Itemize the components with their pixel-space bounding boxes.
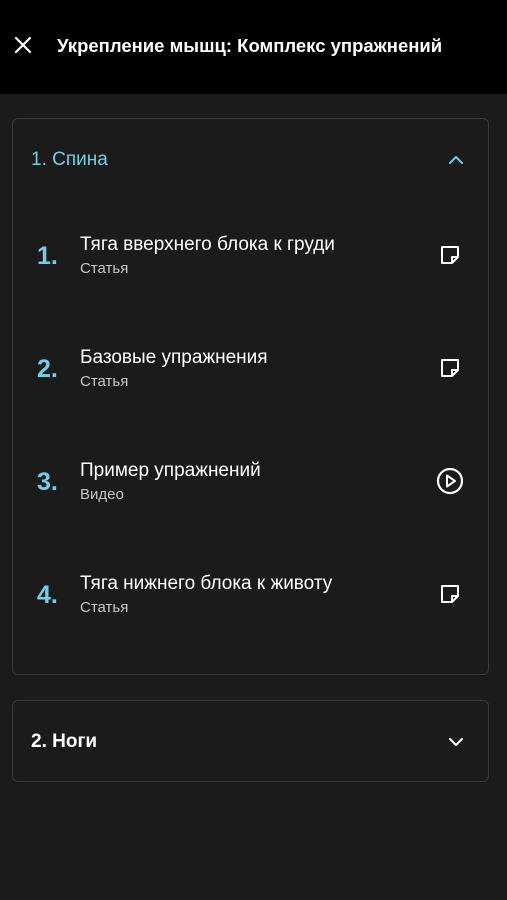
chevron-up-icon bbox=[446, 150, 466, 170]
section-title: 1. Спина bbox=[31, 149, 108, 170]
close-button[interactable] bbox=[6, 28, 40, 62]
top-bar: Укрепление мышц: Комплекс упражнений bbox=[0, 0, 507, 94]
close-icon bbox=[14, 36, 32, 54]
lesson-title: Тяга нижнего блока к животу bbox=[80, 573, 333, 594]
lesson-number: 3. bbox=[37, 468, 58, 496]
chevron-down-icon bbox=[446, 732, 466, 752]
play-icon bbox=[436, 467, 464, 495]
lesson-item[interactable]: 4. Тяга нижнего блока к животу Статья bbox=[13, 556, 488, 636]
section-back: 1. Спина 1. Тяга вверхнего блока к груди… bbox=[12, 118, 489, 675]
lesson-item[interactable]: 3. Пример упражнений Видео bbox=[13, 443, 488, 523]
section-header-back[interactable]: 1. Спина bbox=[13, 119, 488, 203]
page-title: Укрепление мышц: Комплекс упражнений bbox=[57, 35, 443, 56]
section-title: 2. Ноги bbox=[31, 731, 98, 752]
lesson-type: Статья bbox=[80, 260, 129, 277]
article-icon bbox=[436, 580, 464, 608]
section-header-legs[interactable]: 2. Ноги bbox=[13, 701, 488, 783]
article-icon bbox=[436, 241, 464, 269]
lesson-item[interactable]: 1. Тяга вверхнего блока к груди Статья bbox=[13, 217, 488, 297]
lesson-title: Базовые упражнения bbox=[80, 347, 268, 368]
lesson-title: Тяга вверхнего блока к груди bbox=[80, 234, 335, 255]
lesson-number: 1. bbox=[37, 242, 58, 270]
lesson-title: Пример упражнений bbox=[80, 460, 261, 481]
lesson-type: Видео bbox=[80, 486, 124, 503]
lesson-type: Статья bbox=[80, 373, 129, 390]
article-icon bbox=[436, 354, 464, 382]
lesson-type: Статья bbox=[80, 599, 129, 616]
section-legs: 2. Ноги bbox=[12, 700, 489, 782]
lesson-number: 4. bbox=[37, 581, 58, 609]
lesson-item[interactable]: 2. Базовые упражнения Статья bbox=[13, 330, 488, 410]
lesson-number: 2. bbox=[37, 355, 58, 383]
